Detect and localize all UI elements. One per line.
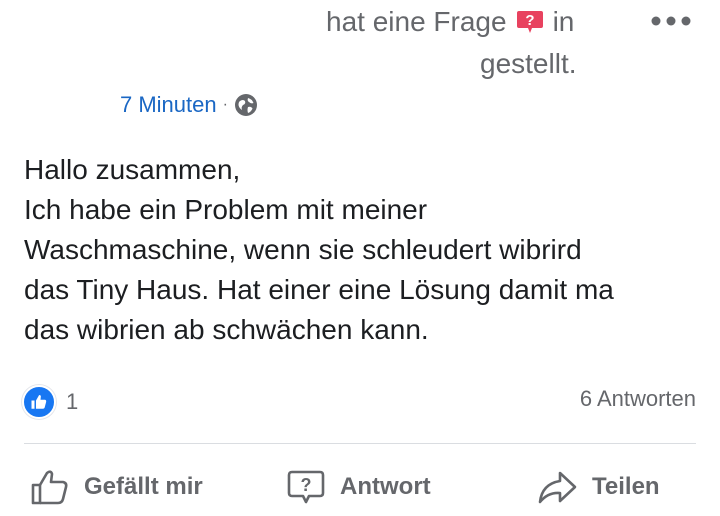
question-badge-icon: ? — [515, 9, 545, 35]
like-reaction-icon — [22, 385, 56, 419]
answer-button[interactable]: ? Antwort — [286, 462, 431, 512]
answers-count-link[interactable]: 6 Antworten — [580, 386, 696, 412]
answer-button-label: Antwort — [340, 473, 431, 500]
share-arrow-icon — [538, 471, 577, 504]
post-header: hat eine Frage ? in — [326, 6, 574, 38]
post-line: das Tiny Haus. Hat einer eine Lösung dam… — [24, 274, 614, 305]
question-bubble-icon: ? — [287, 470, 325, 504]
header-text-posted: gestellt. — [480, 48, 577, 79]
meta-separator: · — [222, 96, 228, 113]
share-button[interactable]: Teilen — [536, 462, 660, 512]
share-button-label: Teilen — [592, 473, 660, 500]
action-divider — [24, 443, 696, 444]
post-line: Ich habe ein Problem mit meiner — [24, 194, 428, 225]
post-meta: 7 Minuten · — [120, 90, 258, 120]
globe-icon — [234, 94, 257, 116]
post-line: Hallo zusammen, — [24, 154, 241, 185]
question-post: hat eine Frage ? in gestellt. 7 Minuten … — [0, 0, 720, 516]
header-text-in: in — [552, 6, 575, 37]
reactions-summary[interactable]: 1 — [22, 385, 78, 419]
post-line: Waschmaschine, wenn sie schleudert wibri… — [24, 234, 582, 265]
thumbs-up-icon — [31, 470, 68, 505]
header-text-question: hat eine Frage — [326, 6, 507, 37]
post-line: das wibrien ab schwächen kann. — [24, 314, 429, 345]
svg-text:?: ? — [301, 475, 312, 495]
more-options-button[interactable] — [648, 8, 694, 34]
post-body: Hallo zusammen, Ich habe ein Problem mit… — [24, 150, 704, 350]
reaction-count: 1 — [66, 389, 79, 414]
post-timestamp[interactable]: 7 Minuten — [120, 92, 217, 118]
like-button[interactable]: Gefällt mir — [30, 462, 203, 512]
svg-text:?: ? — [525, 12, 534, 29]
more-dots-icon — [651, 16, 691, 26]
like-button-label: Gefällt mir — [84, 473, 203, 500]
